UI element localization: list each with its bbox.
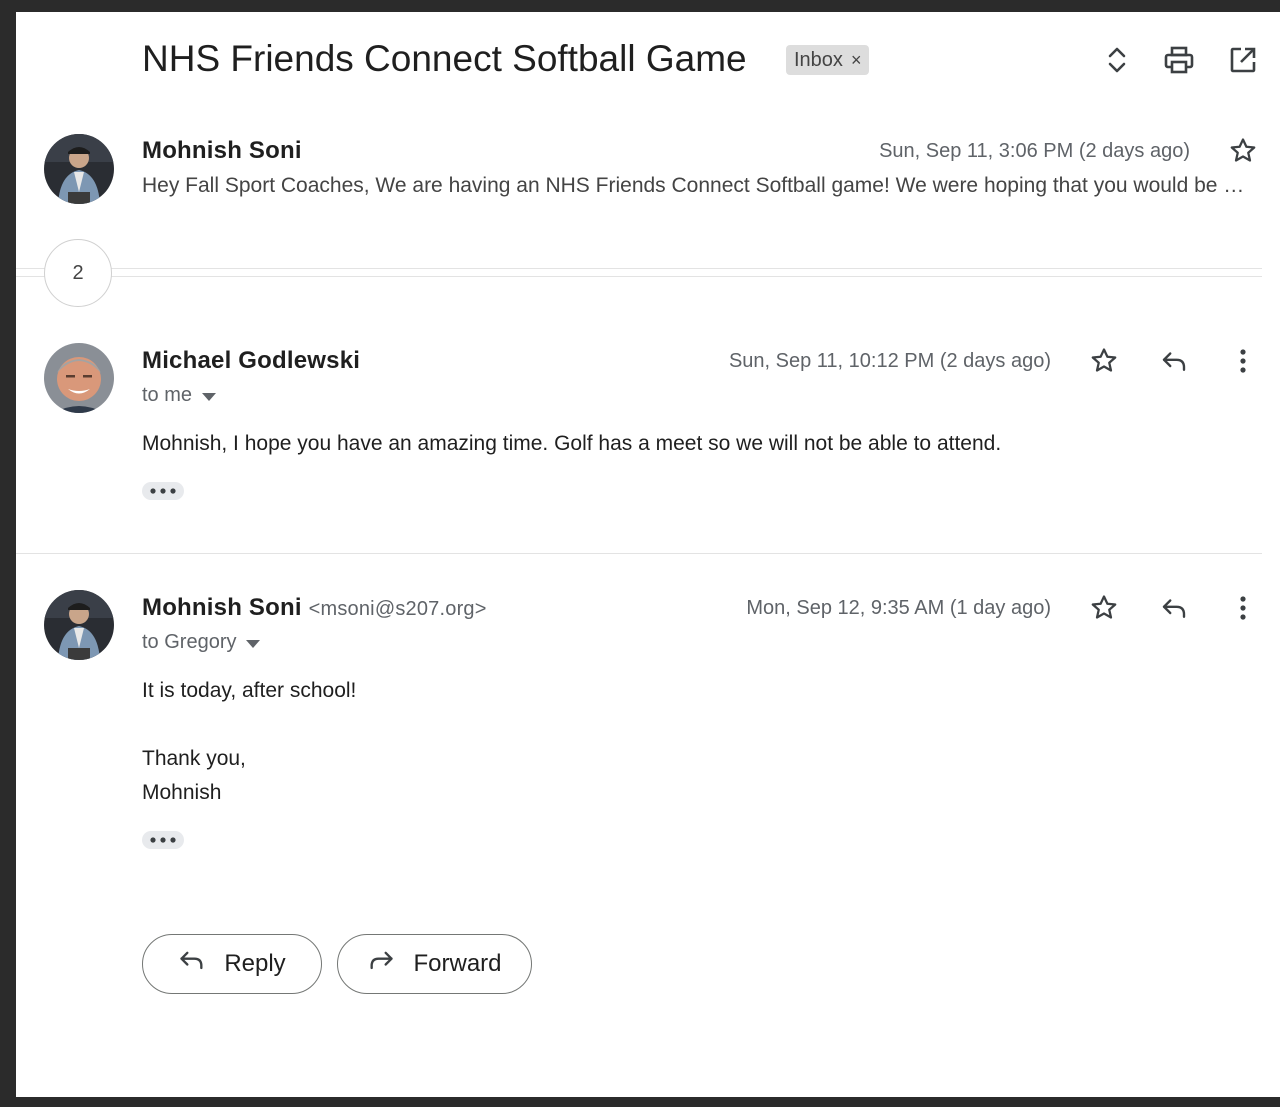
recipients-text: to me	[142, 384, 193, 406]
recipients-toggle[interactable]: to me	[142, 384, 217, 407]
recipients-toggle[interactable]: to Gregory	[142, 631, 261, 654]
sender-name: Mohnish Soni	[142, 594, 302, 621]
inbox-label-badge: Inbox ×	[786, 45, 870, 75]
more-options-icon[interactable]	[1226, 591, 1260, 625]
message-divider	[16, 553, 1262, 554]
show-trimmed-content-button[interactable]	[142, 831, 184, 849]
message-body: Mohnish, I hope you have an amazing time…	[142, 432, 1002, 455]
reply-icon[interactable]	[1157, 591, 1191, 625]
sender-avatar	[44, 343, 114, 413]
message-body-line: Thank you,	[142, 747, 246, 770]
sender-email: <msoni@s207.org>	[308, 598, 487, 620]
star-icon[interactable]	[1087, 344, 1121, 378]
forward-label: Forward	[413, 950, 502, 977]
star-icon[interactable]	[1226, 134, 1260, 168]
sender-name: Michael Godlewski	[142, 347, 361, 374]
message-date: Sun, Sep 11, 3:06 PM (2 days ago)	[879, 140, 1190, 162]
open-in-new-window-icon[interactable]	[1228, 45, 1258, 75]
message-date: Mon, Sep 12, 9:35 AM (1 day ago)	[746, 597, 1051, 619]
message-body-line: Mohnish	[142, 781, 222, 804]
message-date: Sun, Sep 11, 10:12 PM (2 days ago)	[728, 350, 1051, 372]
show-trimmed-content-button[interactable]	[142, 482, 184, 500]
star-icon[interactable]	[1087, 591, 1121, 625]
remove-label-icon[interactable]: ×	[851, 50, 862, 71]
chevron-down-icon[interactable]	[246, 631, 261, 654]
recipients-text: to Gregory	[142, 631, 237, 653]
collapsed-messages-count[interactable]: 2	[44, 239, 112, 307]
collapsed-divider-bottom	[16, 276, 1262, 277]
print-icon[interactable]	[1164, 45, 1194, 75]
forward-button[interactable]: Forward	[337, 934, 532, 994]
more-options-icon[interactable]	[1226, 344, 1260, 378]
sender-name: Mohnish Soni	[142, 137, 302, 164]
forward-icon	[367, 949, 395, 980]
inbox-label-text: Inbox	[794, 48, 843, 71]
reply-button[interactable]: Reply	[142, 934, 322, 994]
reply-label: Reply	[224, 950, 286, 977]
sender-header: Mohnish Soni <msoni@s207.org>	[142, 594, 487, 622]
message-snippet[interactable]: Hey Fall Sport Coaches, We are having an…	[142, 174, 1252, 198]
message-body-line: It is today, after school!	[142, 679, 357, 702]
reply-icon[interactable]	[1157, 344, 1191, 378]
reply-icon	[178, 949, 206, 980]
collapsed-divider-top	[16, 268, 1262, 269]
sender-avatar	[44, 590, 114, 660]
email-thread-view: NHS Friends Connect Softball Game Inbox …	[16, 12, 1280, 1097]
thread-subject: NHS Friends Connect Softball Game	[142, 38, 747, 79]
chevron-down-icon[interactable]	[202, 384, 217, 407]
expand-collapse-icon[interactable]	[1102, 45, 1132, 75]
sender-avatar	[44, 134, 114, 204]
